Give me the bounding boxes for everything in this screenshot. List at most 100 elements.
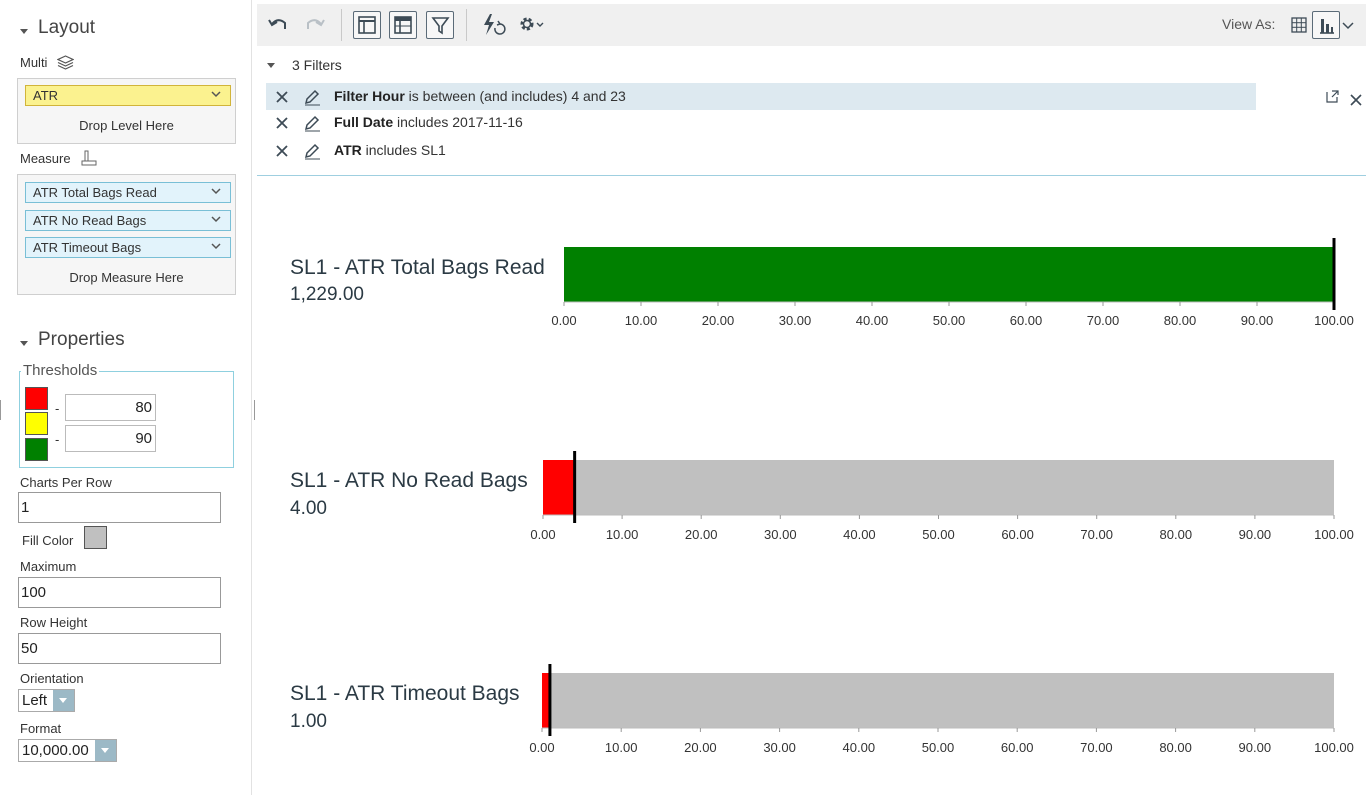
level-pill-label: ATR xyxy=(33,88,59,103)
properties-section-title[interactable]: Properties xyxy=(38,329,125,351)
bullet-tick-label: 10.00 xyxy=(605,740,638,755)
format-value: 10,000.00 xyxy=(22,742,89,759)
toolbar-separator xyxy=(466,9,467,41)
bullet-tick-label: 20.00 xyxy=(685,527,718,542)
bullet-bar xyxy=(564,247,1334,302)
edit-filter-icon[interactable] xyxy=(303,88,321,106)
bullet-track xyxy=(542,673,1334,728)
threshold-high-color-swatch[interactable] xyxy=(25,438,48,461)
threshold-low-input[interactable]: 80 xyxy=(65,394,156,421)
bullet-tick-label: 100.00 xyxy=(1314,527,1354,542)
layers-icon xyxy=(57,55,74,70)
chevron-down-icon[interactable] xyxy=(211,241,221,251)
bullet-tick-label: 40.00 xyxy=(843,527,876,542)
settings-icon[interactable] xyxy=(515,11,547,39)
chevron-down-icon[interactable] xyxy=(211,89,221,99)
format-select[interactable]: 10,000.00 xyxy=(18,739,117,762)
threshold-low-color-swatch[interactable] xyxy=(25,387,48,410)
format-dropdown-icon[interactable] xyxy=(95,740,116,761)
bullet-tick-label: 90.00 xyxy=(1239,527,1272,542)
threshold-mid-color-swatch[interactable] xyxy=(25,412,48,435)
bullet-tick-label: 10.00 xyxy=(606,527,639,542)
bullet-tick-label: 60.00 xyxy=(1010,313,1043,328)
measure-drop-zone[interactable]: ATR Total Bags Read ATR No Read Bags ATR… xyxy=(17,174,236,295)
bullet-tick-label: 100.00 xyxy=(1314,740,1354,755)
measure-pill-timeout-bags[interactable]: ATR Timeout Bags xyxy=(25,237,231,258)
layout-panel-icon[interactable] xyxy=(353,11,381,39)
bullet-track xyxy=(543,460,1334,515)
panel-resize-handle[interactable] xyxy=(254,400,255,420)
toolbar: View As: xyxy=(257,4,1366,46)
filter-field: Full Date xyxy=(334,114,394,130)
measure-pill-label: ATR No Read Bags xyxy=(33,213,147,228)
measure-pill-total-bags-read[interactable]: ATR Total Bags Read xyxy=(25,182,231,203)
orientation-value: Left xyxy=(22,692,48,709)
view-chevron-down-icon[interactable] xyxy=(1342,18,1354,33)
fill-color-label: Fill Color xyxy=(22,533,74,548)
chevron-down-icon[interactable] xyxy=(211,186,221,196)
chart-title: SL1 - ATR Timeout Bags xyxy=(290,682,520,705)
collapse-properties-icon[interactable] xyxy=(20,341,28,346)
auto-refresh-icon[interactable] xyxy=(479,11,507,39)
charts-per-row-input[interactable]: 1 xyxy=(18,492,221,523)
maximum-input[interactable]: 100 xyxy=(18,577,221,608)
orientation-dropdown-icon[interactable] xyxy=(53,690,74,711)
threshold-high-input[interactable]: 90 xyxy=(65,425,156,452)
measure-pill-label: ATR Total Bags Read xyxy=(33,185,157,200)
remove-filter-icon[interactable] xyxy=(275,144,289,158)
chevron-down-icon[interactable] xyxy=(211,214,221,224)
chart-view-icon[interactable] xyxy=(1312,11,1340,39)
edit-filter-icon[interactable] xyxy=(303,142,321,160)
filter-row[interactable]: Full Date includes 2017-11-16 xyxy=(266,109,1256,136)
filter-condition: includes SL1 xyxy=(361,142,446,158)
grid-view-icon[interactable] xyxy=(1285,11,1313,39)
bullet-tick-label: 90.00 xyxy=(1239,740,1272,755)
remove-filter-icon[interactable] xyxy=(275,90,289,104)
bullet-tick-label: 40.00 xyxy=(856,313,889,328)
filters-header[interactable]: 3 Filters xyxy=(292,57,342,73)
threshold-dash: - xyxy=(55,401,60,416)
filter-icon[interactable] xyxy=(426,11,454,39)
filter-text: Filter Hour is between (and includes) 4 … xyxy=(334,88,626,104)
collapse-layout-icon[interactable] xyxy=(20,29,28,34)
bullet-tick-label: 80.00 xyxy=(1159,740,1192,755)
collapse-filters-icon[interactable] xyxy=(267,63,275,68)
table-layout-icon[interactable] xyxy=(389,11,417,39)
chart-value: 4.00 xyxy=(290,498,327,519)
chart-title: SL1 - ATR Total Bags Read xyxy=(290,256,545,279)
chart-value: 1.00 xyxy=(290,711,327,732)
redo-icon[interactable] xyxy=(301,11,329,39)
bullet-chart-no-read-bags: 0.00 10.00 20.00 30.00 40.00 50.00 60.00 70.00 8… xyxy=(530,451,1354,542)
popout-filters-icon[interactable] xyxy=(1325,89,1340,104)
charts-per-row-label: Charts Per Row xyxy=(20,475,112,490)
fill-color-swatch[interactable] xyxy=(84,526,107,549)
level-pill-atr[interactable]: ATR xyxy=(25,85,231,106)
bullet-tick-label: 100.00 xyxy=(1314,313,1354,328)
remove-filter-icon[interactable] xyxy=(275,116,289,130)
undo-icon[interactable] xyxy=(264,11,292,39)
bullet-target-marker xyxy=(1332,238,1336,310)
layout-section-title[interactable]: Layout xyxy=(38,17,95,39)
bullet-tick-label: 60.00 xyxy=(1001,527,1034,542)
orientation-select[interactable]: Left xyxy=(18,689,75,712)
chart-title: SL1 - ATR No Read Bags xyxy=(290,469,528,492)
bullet-tick-label: 30.00 xyxy=(764,527,797,542)
filter-text: ATR includes SL1 xyxy=(334,142,446,158)
close-filters-icon[interactable] xyxy=(1350,94,1362,106)
level-drop-zone[interactable]: ATR Drop Level Here xyxy=(17,78,236,144)
bullet-chart-total-bags-read: 0.00 10.00 20.00 30.00 40.00 50.00 60.00 70.00 8… xyxy=(551,238,1354,328)
filter-row[interactable]: ATR includes SL1 xyxy=(266,137,1256,164)
orientation-label: Orientation xyxy=(20,671,84,686)
filter-row[interactable]: Filter Hour is between (and includes) 4 … xyxy=(266,83,1256,110)
measure-label: Measure xyxy=(20,151,71,166)
left-resize-handle[interactable] xyxy=(0,400,1,420)
bullet-target-marker xyxy=(548,664,552,736)
bullet-tick-label: 0.00 xyxy=(529,740,554,755)
bullet-tick-label: 40.00 xyxy=(843,740,876,755)
measure-pill-no-read-bags[interactable]: ATR No Read Bags xyxy=(25,210,231,231)
bullet-tick-label: 0.00 xyxy=(551,313,576,328)
row-height-input[interactable]: 50 xyxy=(18,633,221,664)
bullet-tick-label: 50.00 xyxy=(922,740,955,755)
filter-field: ATR xyxy=(334,142,362,158)
edit-filter-icon[interactable] xyxy=(303,114,321,132)
